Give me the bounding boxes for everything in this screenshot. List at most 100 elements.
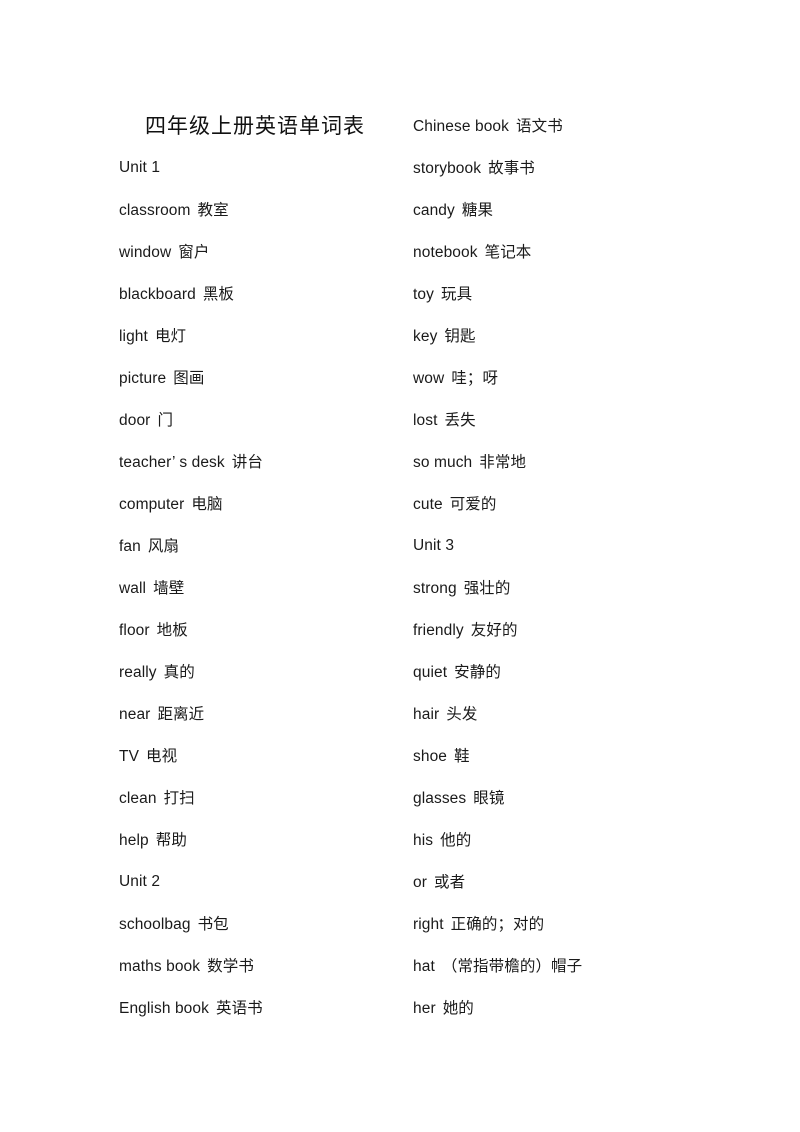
word-chinese: 强壮的 [463,579,511,597]
word-entry: classroom 教室 [119,189,413,231]
document-page: 四年级上册英语单词表 Chinese book 语文书 Unit 1 storybook… [0,0,800,1132]
word-entry: maths book 数学书 [119,945,413,987]
page-title: 四年级上册英语单词表 [145,114,365,138]
word-list-grid: 四年级上册英语单词表 Chinese book 语文书 Unit 1 storybook… [0,105,800,1029]
word-entry: help 帮助 [119,819,413,861]
word-english: notebook [413,244,478,261]
word-chinese: 墙壁 [153,579,185,597]
word-english: right [413,916,444,933]
word-chinese: 正确的；对的 [450,915,545,933]
word-chinese: 距离近 [157,705,205,723]
word-list-content: 四年级上册英语单词表 Chinese book 语文书 Unit 1 storybook… [0,105,800,1029]
word-chinese: 或者 [433,873,466,891]
word-english: toy [413,286,434,303]
word-english: so much [413,454,473,471]
word-english: computer [119,496,185,513]
word-chinese: 图画 [173,369,205,387]
word-entry: wow 哇；呀 [413,357,800,399]
word-entry: floor 地板 [119,609,413,651]
word-entry: storybook 故事书 [413,147,800,189]
word-chinese: 电脑 [191,495,223,513]
word-chinese: 门 [157,411,174,429]
word-english: her [413,1000,436,1017]
word-chinese: 钥匙 [444,327,476,345]
word-entry: toy 玩具 [413,273,800,315]
word-chinese: 黑板 [202,285,235,303]
word-english: storybook [413,160,482,177]
word-chinese: 帮助 [155,831,187,849]
word-chinese: 安静的 [454,663,501,681]
word-chinese: 友好的 [470,621,518,639]
word-entry: notebook 笔记本 [413,231,800,273]
word-english: Chinese book [413,118,509,135]
word-english: fan [119,538,141,555]
word-english: maths book [119,958,201,975]
word-english: hat [413,958,435,975]
word-entry: Chinese book 语文书 [413,105,800,147]
word-entry: candy 糖果 [413,189,800,231]
word-entry: blackboard 黑板 [119,273,413,315]
word-english: hair [413,706,440,723]
word-chinese: 笔记本 [484,243,532,261]
word-english: English book [119,1000,209,1017]
word-chinese: 打扫 [163,789,195,807]
word-chinese: 真的 [163,663,195,681]
word-chinese: 糖果 [461,201,494,219]
word-chinese: 眼镜 [473,789,505,807]
word-english: TV [119,748,140,765]
word-chinese: 电视 [146,747,178,765]
word-chinese: 数学书 [207,957,254,975]
word-chinese: 她的 [442,999,474,1017]
word-entry: her 她的 [413,987,800,1029]
word-english: help [119,832,149,849]
word-entry: hair 头发 [413,693,800,735]
word-chinese: 风扇 [147,537,180,555]
word-chinese: 教室 [197,201,229,219]
word-entry: wall 墙壁 [119,567,413,609]
word-chinese: 窗户 [178,243,210,261]
word-english: lost [413,412,438,429]
word-english: key [413,328,438,345]
word-english: wall [119,580,147,597]
word-english: classroom [119,202,191,219]
word-chinese: （常指带檐的）帽子 [441,957,583,975]
word-english: really [119,664,157,681]
word-chinese: 他的 [440,831,472,849]
word-english: near [119,706,151,723]
word-chinese: 哇；呀 [451,369,499,387]
word-entry: cute 可爱的 [413,483,800,525]
word-entry: key 钥匙 [413,315,800,357]
word-english: shoe [413,748,448,765]
word-english: light [119,328,148,345]
word-entry: hat （常指带檐的）帽子 [413,945,800,987]
unit-heading-label: Unit 1 [119,159,161,176]
word-entry: teacher’ s desk 讲台 [119,441,413,483]
word-entry: right 正确的；对的 [413,903,800,945]
word-entry: quiet 安静的 [413,651,800,693]
word-chinese: 讲台 [231,453,263,471]
word-english: floor [119,622,150,639]
word-entry: light 电灯 [119,315,413,357]
unit-heading: Unit 1 [119,147,413,189]
word-chinese: 鞋 [454,747,470,765]
word-english: picture [119,370,167,387]
word-entry: English book 英语书 [119,987,413,1029]
word-chinese: 语文书 [516,117,563,135]
word-english: blackboard [119,286,196,303]
word-entry: clean 打扫 [119,777,413,819]
word-chinese: 地板 [156,621,188,639]
word-entry: near 距离近 [119,693,413,735]
word-english: his [413,832,434,849]
word-chinese: 可爱的 [449,495,497,513]
word-chinese: 电灯 [154,327,187,345]
word-english: candy [413,202,455,219]
word-chinese: 头发 [446,705,478,723]
word-entry: glasses 眼镜 [413,777,800,819]
unit-heading-label: Unit 2 [119,873,161,890]
word-english: wow [413,370,445,387]
word-english: door [119,412,151,429]
word-entry: strong 强壮的 [413,567,800,609]
word-entry: window 窗户 [119,231,413,273]
word-english: window [119,244,172,261]
word-entry: picture 图画 [119,357,413,399]
